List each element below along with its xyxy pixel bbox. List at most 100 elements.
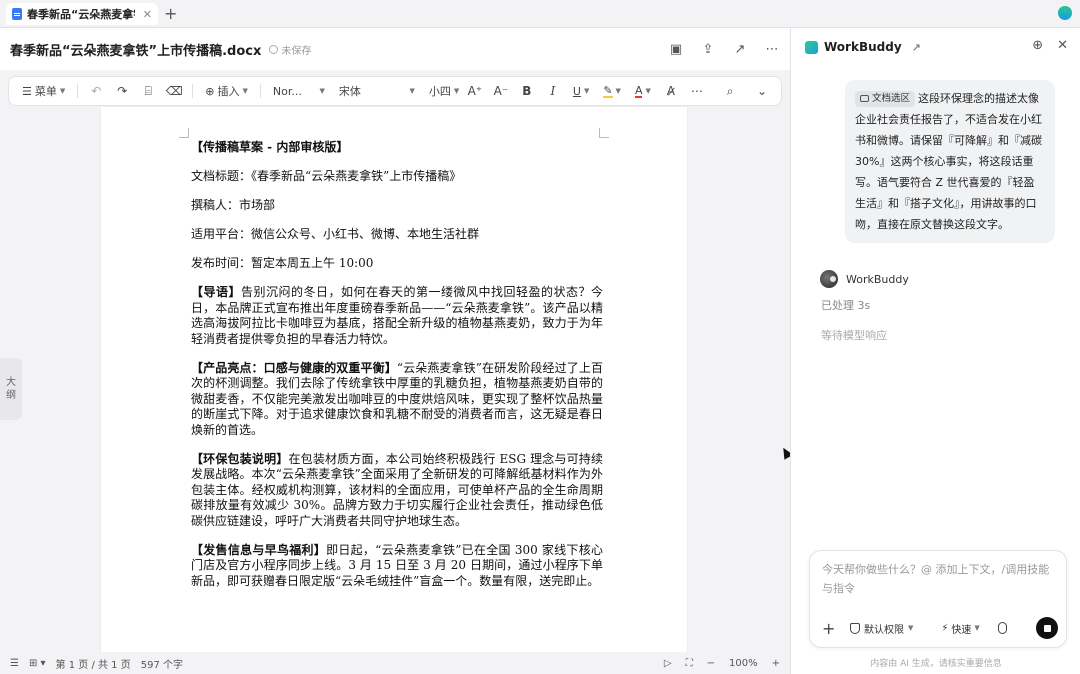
microphone-icon[interactable] [997,622,1007,634]
text-effect-icon[interactable]: A̷ [660,84,682,98]
underline-icon: U [572,84,581,98]
chevron-down-icon: ▼ [645,87,651,95]
insert-label: 插入 [217,85,240,98]
workbuddy-logo-icon [805,40,818,54]
lightning-icon: ⚡ [941,622,949,634]
meta-title: 文档标题：《春季新品“云朵燕麦拿铁”上市传播稿》 [191,169,462,183]
bold-icon[interactable]: B [516,84,538,98]
paragraph-style-value: Nor... [272,84,302,98]
selection-chip-label: 文档选区 [872,92,911,104]
word-count[interactable]: 597 个字 [141,656,183,671]
add-tab-button[interactable]: + [164,4,177,24]
user-message: 文档选区 这段环保理念的描述太像企业社会责任报告了，不适合发在小红书和微博。请保… [845,80,1055,243]
app-logo-icon [1058,6,1072,20]
meta-publish-time: 发布时间：暂定本周五上午 10:00 [191,256,374,270]
document-heading: 【传播稿草案 - 内部审核版】 [191,140,349,154]
more-options-icon[interactable]: ⋯ [686,84,708,98]
stop-icon [1043,624,1051,632]
highlighter-icon: ✎ [603,83,613,98]
document-title[interactable]: 春季新品“云朵燕麦拿铁”上市传播稿.docx [10,40,261,59]
unsaved-icon [269,44,279,54]
share-icon[interactable]: ↗ [732,42,748,57]
waiting-status: 等待模型响应 [821,329,887,342]
play-icon[interactable]: ▷ [664,658,672,669]
more-icon[interactable]: ⋯ [764,42,780,57]
zoom-out-icon[interactable]: − [707,658,715,669]
section-highlights: 【产品亮点：口感与健康的双重平衡】“云朵燕麦拿铁”在研发阶段经过了上百次的杯测调… [191,360,603,437]
increase-font-icon[interactable]: A⁺ [464,84,486,98]
selection-chip[interactable]: 文档选区 [855,90,916,107]
outline-toggle[interactable]: 大 纲 [0,358,22,420]
fit-screen-icon[interactable]: ⛶ [686,658,693,669]
clear-format-icon[interactable]: ⌫ [163,84,185,98]
external-link-icon[interactable]: ↗ [912,41,921,54]
status-bar: ☰ ⊞ ▾ 第 1 页 / 共 1 页 597 个字 ▷ ⛶ − 100% + [0,652,790,674]
add-attachment-icon[interactable]: + [822,619,836,638]
format-painter-icon[interactable]: ⌸ [137,84,159,99]
chat-input[interactable]: 今天帮你做些什么？@ 添加上下文，/调用技能与指令 [822,560,1058,598]
layout-icon[interactable]: ⊞ ▾ [29,658,46,669]
menu-label: 菜单 [34,85,57,98]
redo-icon[interactable]: ↷ [111,84,133,98]
permission-select[interactable]: 默认权限 ▼ [850,621,913,636]
stop-button[interactable] [1036,617,1058,639]
document-icon [12,8,22,20]
document-page[interactable]: 【传播稿草案 - 内部审核版】 文档标题：《春季新品“云朵燕麦拿铁”上市传播稿》… [101,107,687,652]
toolbar-divider [192,84,194,98]
chevron-down-icon: ▼ [453,87,460,95]
permission-label: 默认权限 [864,624,904,636]
toolbar-divider [77,84,79,98]
selection-icon [860,95,869,102]
font-size-value: 小四 [428,85,451,98]
highlight-button[interactable]: ✎ ▼ [598,85,626,98]
paragraph-style-select[interactable]: Nor... ▼ [268,85,330,98]
outline-label-1: 大 [6,377,16,388]
font-family-select[interactable]: 宋体 ▼ [334,83,420,99]
meta-platforms: 适用平台：微信公众号、小红书、微博、本地生活社群 [191,227,480,241]
assistant-identity: WorkBuddy [820,270,909,288]
collapse-toolbar-icon[interactable]: ⌄ [751,84,773,99]
italic-icon[interactable]: I [542,84,564,98]
section-eco-packaging: 【环保包装说明】在包装材质方面，本公司始终积极践行 ESG 理念与可持续发展战略… [191,451,603,528]
format-toolbar: ☰ 菜单 ▼ ↶ ↷ ⌸ ⌫ ⊕ 插入 ▼ Nor... ▼ 宋体 ▼ 小四 ▼… [8,76,782,106]
chevron-down-icon: ▼ [908,624,914,632]
toolbar-divider [259,84,261,98]
document-tab[interactable]: 春季新品“云朵燕麦拿铁” ✕ [6,3,158,25]
save-status-label: 未保存 [281,45,312,57]
list-view-icon[interactable]: ☰ [10,658,19,669]
user-message-text: 这段环保理念的描述太像企业社会责任报告了，不适合发在小红书和微博。请保留『可降解… [855,92,1042,231]
new-chat-icon[interactable]: ⊕ [1032,38,1043,53]
close-panel-icon[interactable]: ✕ [1057,38,1068,53]
panel-title: WorkBuddy [824,40,902,54]
page-indicator: 第 1 页 / 共 1 页 [55,659,131,671]
chevron-down-icon: ▼ [59,87,66,95]
panel-header: WorkBuddy ↗ [805,40,921,54]
font-size-select[interactable]: 小四 ▼ [424,83,460,99]
insert-button[interactable]: ⊕ 插入 ▼ [200,83,253,99]
document-content[interactable]: 【传播稿草案 - 内部审核版】 文档标题：《春季新品“云朵燕麦拿铁”上市传播稿》… [191,140,603,603]
search-icon[interactable]: ⌕ [719,84,741,99]
menu-button[interactable]: ☰ 菜单 ▼ [17,83,70,99]
chevron-down-icon: ▼ [615,87,621,95]
save-status: 未保存 [269,42,311,57]
upload-icon[interactable]: ⇪ [700,42,716,57]
close-tab-icon[interactable]: ✕ [143,8,152,21]
speed-select[interactable]: ⚡ 快速 ▼ [941,621,979,636]
chevron-down-icon: ▼ [409,87,415,95]
assistant-panel: WorkBuddy ↗ ⊕ ✕ 文档选区 这段环保理念的描述太像企业社会责任报告… [790,28,1080,674]
plus-circle-icon: ⊕ [205,84,215,98]
toolbar-right: ⌕ ⌄ [719,84,773,99]
zoom-in-icon[interactable]: + [772,658,780,669]
chat-composer: 今天帮你做些什么？@ 添加上下文，/调用技能与指令 + 默认权限 ▼ ⚡ 快速 … [809,550,1067,648]
meta-author: 撰稿人：市场部 [191,198,276,212]
save-icon[interactable]: ▣ [668,42,684,57]
page-margin-marker [599,128,609,138]
underline-button[interactable]: U ▼ [568,85,594,98]
decrease-font-icon[interactable]: A⁻ [490,84,512,98]
font-color-button[interactable]: A ▼ [630,85,656,98]
chevron-down-icon: ▼ [974,624,980,632]
zoom-level[interactable]: 100% [729,658,758,669]
undo-icon[interactable]: ↶ [85,84,107,98]
menu-icon: ☰ [22,84,32,98]
composer-toolbar: + 默认权限 ▼ ⚡ 快速 ▼ [822,617,1058,639]
